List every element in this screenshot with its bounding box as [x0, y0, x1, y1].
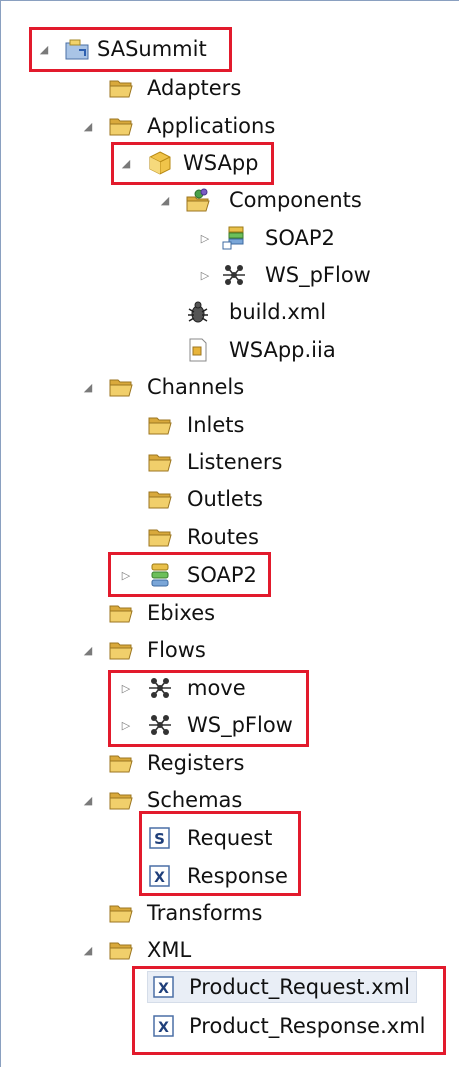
tree-item-flows[interactable]: ◢ Flows [1, 633, 459, 667]
tree-item-label: Inlets [187, 413, 245, 437]
tree-item-label: Outlets [187, 487, 264, 511]
tree-item-channels[interactable]: ◢ Channels [1, 370, 459, 404]
folder-icon [109, 80, 133, 98]
tree-item-label: WSApp [183, 151, 259, 175]
folder-icon [109, 379, 133, 397]
svg-text:S: S [154, 830, 165, 848]
xml-x-icon: X [153, 1015, 174, 1037]
expand-toggle-icon[interactable]: ▷ [198, 231, 212, 245]
collapse-toggle-icon[interactable]: ◢ [119, 156, 133, 170]
collapse-toggle-icon[interactable]: ◢ [81, 943, 95, 957]
tree-item-sasummit[interactable]: ◢ SASummit [1, 32, 459, 66]
folder-icon [148, 417, 172, 435]
project-icon [65, 39, 89, 60]
tree-item-label: Applications [147, 114, 276, 138]
iia-file-icon [189, 338, 207, 362]
soap-component-icon [222, 226, 244, 250]
tree-item-label: Product_Request.xml [189, 975, 410, 999]
collapse-toggle-icon[interactable]: ◢ [37, 42, 51, 56]
tree-item-label: SOAP2 [265, 226, 335, 250]
tree-item-request[interactable]: S Request [1, 821, 459, 855]
tree-item-soap2-channel[interactable]: ▷ SOAP2 [1, 558, 459, 592]
folder-icon [148, 529, 172, 547]
expand-toggle-icon[interactable]: ▷ [119, 681, 133, 695]
tree-item-label: Flows [147, 638, 206, 662]
tree-item-ebixes[interactable]: Ebixes [1, 596, 459, 630]
tree-item-label: Adapters [147, 76, 242, 100]
folder-icon [109, 642, 133, 660]
tree-item-label: Schemas [147, 788, 243, 812]
collapse-toggle-icon[interactable]: ◢ [81, 793, 95, 807]
tree-item-label: Request [187, 826, 273, 850]
tree-item-adapters[interactable]: Adapters [1, 71, 459, 105]
tree-item-product-response-xml[interactable]: X Product_Response.xml [1, 1009, 459, 1043]
tree-item-label: WS_pFlow [265, 263, 371, 287]
tree-item-registers[interactable]: Registers [1, 746, 459, 780]
tree-item-label: XML [147, 938, 192, 962]
tree-item-components[interactable]: ◢ Components [1, 183, 459, 217]
tree-item-label: move [187, 676, 246, 700]
folder-icon [109, 905, 133, 923]
components-folder-icon [186, 188, 210, 212]
tree-item-label: build.xml [229, 300, 327, 324]
folder-icon [109, 792, 133, 810]
flow-icon [223, 265, 245, 285]
tree-item-label: WS_pFlow [187, 713, 293, 737]
xml-x-icon: X [149, 865, 170, 887]
tree-item-outlets[interactable]: Outlets [1, 482, 459, 516]
tree-item-transforms[interactable]: Transforms [1, 896, 459, 930]
folder-icon [148, 491, 172, 509]
tree-item-label: Product_Response.xml [189, 1014, 426, 1038]
tree-item-schemas[interactable]: ◢ Schemas [1, 783, 459, 817]
tree-item-label: Response [187, 864, 288, 888]
folder-icon [148, 454, 172, 472]
project-explorer-tree: ◢ SASummit Adapters ◢ Applications ◢ WSA… [0, 0, 459, 1067]
tree-item-wsapp-iia[interactable]: WSApp.iia [1, 333, 459, 367]
tree-item-listeners[interactable]: Listeners [1, 445, 459, 479]
tree-item-label: SASummit [97, 37, 207, 61]
tree-item-response[interactable]: X Response [1, 859, 459, 893]
expand-toggle-icon[interactable]: ▷ [119, 568, 133, 582]
tree-item-label: Channels [147, 375, 245, 399]
tree-item-ws-pflow-component[interactable]: ▷ WS_pFlow [1, 258, 459, 292]
svg-text:X: X [158, 981, 169, 997]
collapse-toggle-icon[interactable]: ◢ [81, 643, 95, 657]
collapse-toggle-icon[interactable]: ◢ [81, 119, 95, 133]
collapse-toggle-icon[interactable]: ◢ [158, 193, 172, 207]
expand-toggle-icon[interactable]: ▷ [198, 268, 212, 282]
tree-item-ws-pflow[interactable]: ▷ WS_pFlow [1, 708, 459, 742]
flow-icon [149, 715, 171, 735]
schema-s-icon: S [149, 827, 170, 849]
tree-item-label: WSApp.iia [229, 338, 336, 362]
package-icon [149, 151, 171, 175]
tree-item-build-xml[interactable]: build.xml [1, 295, 459, 329]
folder-icon [109, 942, 133, 960]
svg-text:X: X [154, 870, 165, 886]
folder-icon [109, 755, 133, 773]
tree-item-label: Listeners [187, 450, 283, 474]
tree-item-label: Ebixes [147, 601, 216, 625]
folder-icon [109, 605, 133, 623]
tree-item-product-request-xml[interactable]: X Product_Request.xml [1, 970, 459, 1004]
tree-item-xml[interactable]: ◢ XML [1, 933, 459, 967]
tree-item-move[interactable]: ▷ move [1, 671, 459, 705]
tree-item-label: Registers [147, 751, 245, 775]
tree-item-label: Components [229, 188, 362, 212]
tree-item-applications[interactable]: ◢ Applications [1, 109, 459, 143]
tree-item-routes[interactable]: Routes [1, 520, 459, 554]
flow-icon [149, 678, 171, 698]
tree-item-inlets[interactable]: Inlets [1, 408, 459, 442]
channel-stack-icon [151, 563, 169, 587]
expand-toggle-icon[interactable]: ▷ [119, 718, 133, 732]
ant-bug-icon [188, 301, 208, 323]
collapse-toggle-icon[interactable]: ◢ [81, 380, 95, 394]
svg-text:X: X [158, 1020, 169, 1036]
xml-x-icon: X [153, 976, 174, 998]
folder-icon [109, 118, 133, 136]
tree-item-label: Transforms [147, 901, 263, 925]
tree-item-wsapp[interactable]: ◢ WSApp [1, 146, 459, 180]
tree-item-label: Routes [187, 525, 259, 549]
tree-item-label: SOAP2 [187, 563, 257, 587]
tree-item-soap2-component[interactable]: ▷ SOAP2 [1, 221, 459, 255]
